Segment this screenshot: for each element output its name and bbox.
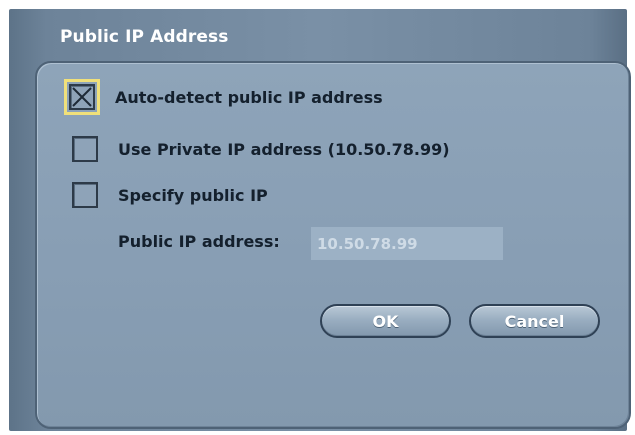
specify-public-label: Specify public IP <box>118 185 268 205</box>
public-ip-input[interactable] <box>311 227 503 260</box>
dialog-window: Public IP Address <box>9 9 631 431</box>
option-use-private[interactable]: Use Private IP address (10.50.78.99) <box>72 136 450 162</box>
specify-public-checkbox[interactable] <box>72 182 98 208</box>
cancel-button[interactable]: Cancel <box>469 304 600 338</box>
public-ip-label: Public IP address: <box>118 232 280 251</box>
auto-detect-label: Auto-detect public IP address <box>115 87 383 107</box>
ok-button[interactable]: OK <box>320 304 451 338</box>
use-private-checkbox[interactable] <box>72 136 98 162</box>
option-specify-public[interactable]: Specify public IP <box>72 182 268 208</box>
use-private-label: Use Private IP address (10.50.78.99) <box>118 139 450 159</box>
option-auto-detect[interactable]: Auto-detect public IP address <box>64 79 383 115</box>
check-x-icon <box>72 87 92 107</box>
dialog-title: Public IP Address <box>60 27 229 47</box>
auto-detect-checkbox[interactable] <box>64 79 100 115</box>
